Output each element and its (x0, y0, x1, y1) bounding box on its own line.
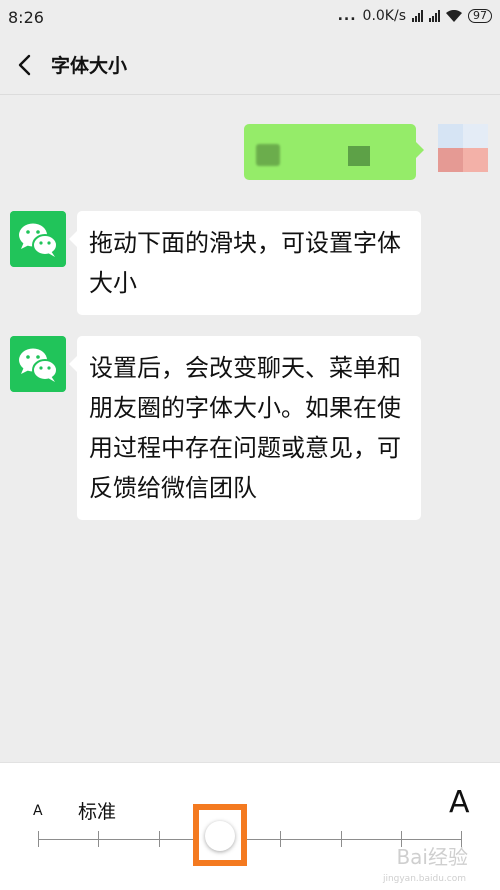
status-icons: ... 0.0K/s 97 (338, 8, 492, 24)
large-font-label: A (449, 785, 470, 820)
message-bubble: 拖动下面的滑块，可设置字体大小 (69, 211, 421, 315)
slider-tick[interactable] (38, 831, 39, 847)
slider-tick[interactable] (98, 831, 99, 847)
status-bar: 8:26 ... 0.0K/s 97 (0, 0, 500, 36)
wechat-logo-icon (10, 336, 66, 392)
watermark-logo: Bai经验 (396, 845, 468, 869)
signal-icon (412, 10, 423, 22)
blurred-text (256, 144, 280, 166)
message-text: 设置后，会改变聊天、菜单和朋友圈的字体大小。如果在使用过程中存在问题或意见，可反… (89, 354, 401, 502)
wechat-logo-icon (10, 211, 66, 267)
network-speed: 0.0K/s (362, 8, 406, 24)
user-avatar (438, 124, 488, 172)
outgoing-message-bubble (244, 124, 424, 180)
current-size-label: 标准 (78, 801, 117, 823)
navigation-header: 字体大小 (0, 36, 500, 95)
bubble-tail (69, 356, 77, 372)
chevron-left-icon[interactable] (12, 50, 38, 80)
status-time: 8:26 (8, 8, 44, 27)
message-bubble: 设置后，会改变聊天、菜单和朋友圈的字体大小。如果在使用过程中存在问题或意见，可反… (69, 336, 421, 520)
font-size-panel: A 标准 A Bai经验 jingyan.baidu.com (0, 762, 500, 890)
signal-icon-2 (429, 10, 440, 22)
battery-indicator: 97 (468, 9, 492, 23)
slider-tick[interactable] (280, 831, 281, 847)
wifi-icon (446, 10, 462, 22)
watermark-url: jingyan.baidu.com (382, 874, 466, 884)
bubble-tail (69, 231, 77, 247)
small-font-label: A (33, 803, 43, 819)
notification-dots: ... (337, 8, 357, 24)
message-text: 拖动下面的滑块，可设置字体大小 (89, 229, 401, 297)
slider-tick[interactable] (341, 831, 342, 847)
slider-tick[interactable] (159, 831, 160, 847)
font-size-slider-track[interactable] (38, 839, 462, 840)
bubble-tail (416, 142, 424, 158)
page-title: 字体大小 (51, 55, 128, 77)
blurred-text (348, 146, 370, 166)
slider-knob[interactable] (205, 821, 235, 851)
